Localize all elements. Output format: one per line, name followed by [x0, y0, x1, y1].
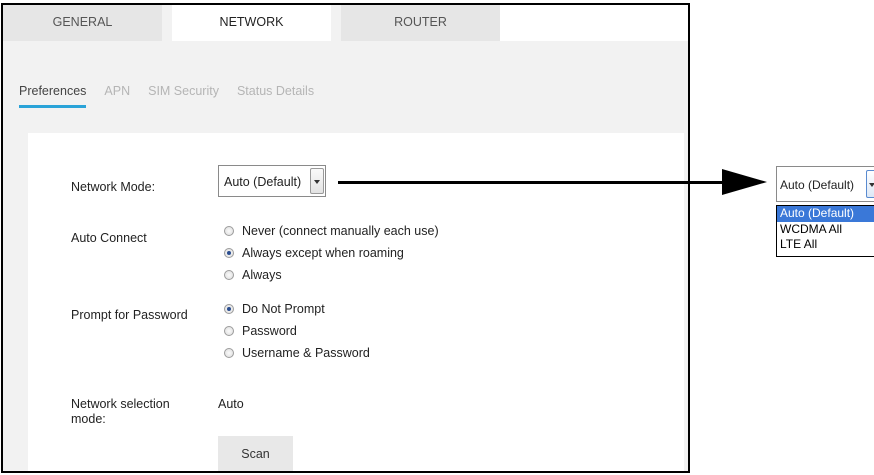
tab-general[interactable]: GENERAL [3, 5, 162, 41]
dropdown-arrow-icon[interactable] [310, 168, 324, 194]
preferences-panel: Network Mode: Auto (Default) Auto Connec… [28, 133, 684, 471]
tab-spacer [331, 5, 341, 41]
sub-navigation: Preferences APN SIM Security Status Deta… [19, 84, 314, 108]
radio-do-not-prompt[interactable]: Do Not Prompt [224, 302, 325, 316]
radio-never[interactable]: Never (connect manually each use) [224, 224, 439, 238]
scan-button[interactable]: Scan [218, 436, 293, 471]
radio-icon[interactable] [224, 270, 234, 280]
radio-password[interactable]: Password [224, 324, 297, 338]
settings-window: GENERAL NETWORK ROUTER Preferences APN S… [1, 3, 690, 473]
radio-icon[interactable] [224, 348, 234, 358]
option-wcdma-all[interactable]: WCDMA All [777, 222, 874, 238]
network-mode-label: Network Mode: [71, 180, 156, 194]
auto-connect-label: Auto Connect [71, 231, 147, 245]
option-auto-default[interactable]: Auto (Default) [777, 206, 874, 222]
radio-always-except-roaming[interactable]: Always except when roaming [224, 246, 404, 260]
callout-dropdown-options: Auto (Default) WCDMA All LTE All [776, 205, 874, 257]
prompt-password-label: Prompt for Password [71, 308, 188, 322]
radio-icon[interactable] [224, 226, 234, 236]
radio-selected-icon[interactable] [224, 248, 234, 258]
option-lte-all[interactable]: LTE All [777, 237, 874, 253]
radio-label: Do Not Prompt [242, 302, 325, 316]
tab-network[interactable]: NETWORK [172, 5, 331, 41]
radio-label: Always except when roaming [242, 246, 404, 260]
subtab-status-details[interactable]: Status Details [237, 84, 314, 108]
radio-label: Username & Password [242, 346, 370, 360]
subtab-sim-security[interactable]: SIM Security [148, 84, 219, 108]
selection-mode-label: Network selection [71, 397, 170, 411]
callout-arrow-line [338, 181, 728, 184]
callout-select-value: Auto (Default) [780, 178, 855, 192]
radio-always[interactable]: Always [224, 268, 282, 282]
subtab-apn[interactable]: APN [104, 84, 130, 108]
radio-label: Password [242, 324, 297, 338]
radio-selected-icon[interactable] [224, 304, 234, 314]
selection-mode-label-cont: mode: [71, 412, 106, 426]
radio-username-password[interactable]: Username & Password [224, 346, 370, 360]
subtab-preferences[interactable]: Preferences [19, 84, 87, 108]
radio-icon[interactable] [224, 326, 234, 336]
dropdown-arrow-icon[interactable] [866, 170, 874, 198]
tab-spacer [162, 5, 172, 41]
network-mode-select[interactable]: Auto (Default) [218, 165, 326, 197]
tab-router[interactable]: ROUTER [341, 5, 500, 41]
radio-label: Always [242, 268, 282, 282]
network-mode-value: Auto (Default) [224, 175, 302, 189]
top-tabs: GENERAL NETWORK ROUTER [3, 5, 688, 41]
radio-label: Never (connect manually each use) [242, 224, 439, 238]
callout-arrow-head-icon [722, 169, 767, 195]
selection-mode-value: Auto [218, 397, 244, 411]
callout-network-mode-select[interactable]: Auto (Default) [776, 166, 874, 202]
tab-bar-filler [500, 5, 688, 41]
